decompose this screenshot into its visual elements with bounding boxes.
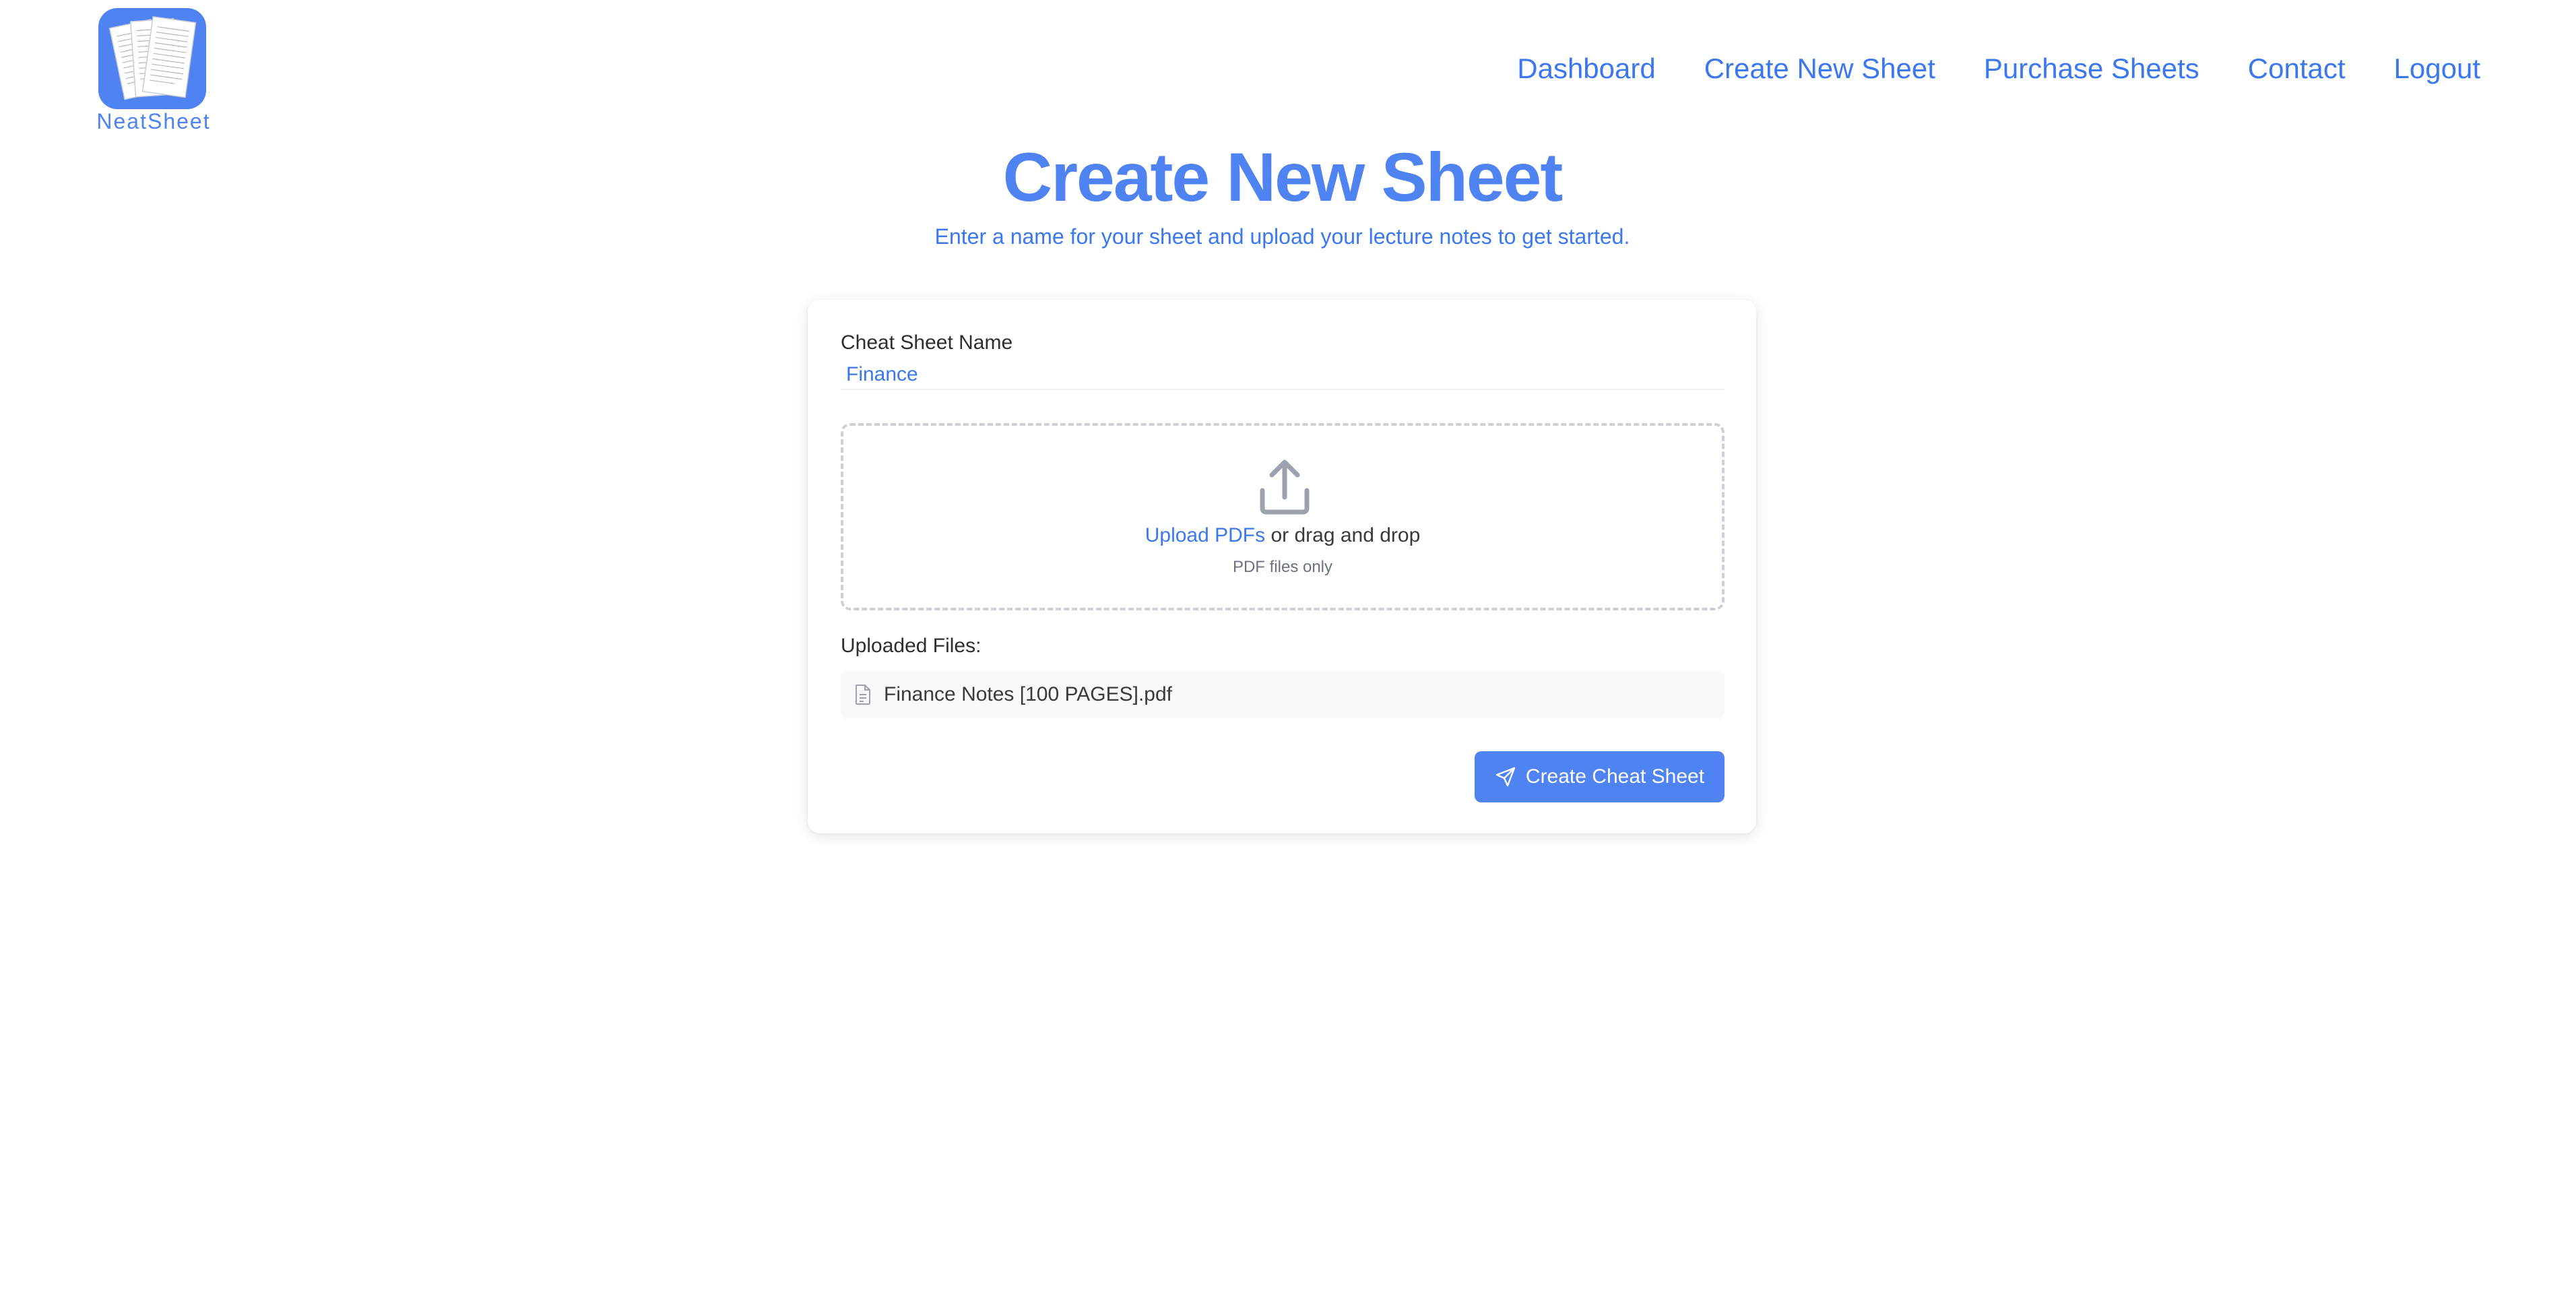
uploaded-files-label: Uploaded Files:	[841, 635, 981, 657]
brand-name: NeatSheet	[96, 109, 211, 133]
create-cheat-sheet-label: Create Cheat Sheet	[1525, 765, 1705, 788]
drag-drop-text: or drag and drop	[1265, 524, 1421, 546]
nav-link-purchase-sheets[interactable]: Purchase Sheets	[1984, 53, 2199, 85]
send-icon	[1495, 767, 1516, 787]
pdf-dropzone[interactable]: Upload PDFs or drag and drop PDF files o…	[841, 423, 1725, 610]
upload-pdfs-link[interactable]: Upload PDFs	[1145, 524, 1265, 546]
brand-logo[interactable]: NeatSheet	[93, 8, 214, 136]
upload-icon	[1260, 459, 1310, 515]
uploaded-file-name: Finance Notes [100 PAGES].pdf	[884, 683, 1173, 705]
dropzone-instructions: Upload PDFs or drag and drop	[843, 524, 1722, 547]
nav-link-logout[interactable]: Logout	[2394, 53, 2480, 85]
uploaded-file-item: Finance Notes [100 PAGES].pdf	[841, 671, 1725, 718]
page-subtitle: Enter a name for your sheet and upload y…	[934, 224, 1630, 249]
file-type-hint: PDF files only	[1232, 558, 1333, 576]
main-nav: Dashboard Create New Sheet Purchase Shee…	[1517, 53, 2480, 85]
nav-link-create-new-sheet[interactable]: Create New Sheet	[1704, 53, 1935, 85]
create-sheet-card: Cheat Sheet Name Upload PDFs or drag and…	[808, 300, 1756, 833]
sheet-name-input[interactable]	[841, 360, 1725, 390]
page: NeatSheet Dashboard Create New Sheet Pur…	[0, 0, 2576, 1303]
document-icon	[856, 685, 870, 705]
page-title: Create New Sheet	[1002, 139, 1564, 216]
create-cheat-sheet-button[interactable]: Create Cheat Sheet	[1475, 751, 1725, 802]
sheet-name-label: Cheat Sheet Name	[841, 331, 1013, 354]
nav-link-dashboard[interactable]: Dashboard	[1517, 53, 1655, 85]
nav-link-contact[interactable]: Contact	[2248, 53, 2346, 85]
stacked-pages-logo-icon	[98, 8, 206, 109]
